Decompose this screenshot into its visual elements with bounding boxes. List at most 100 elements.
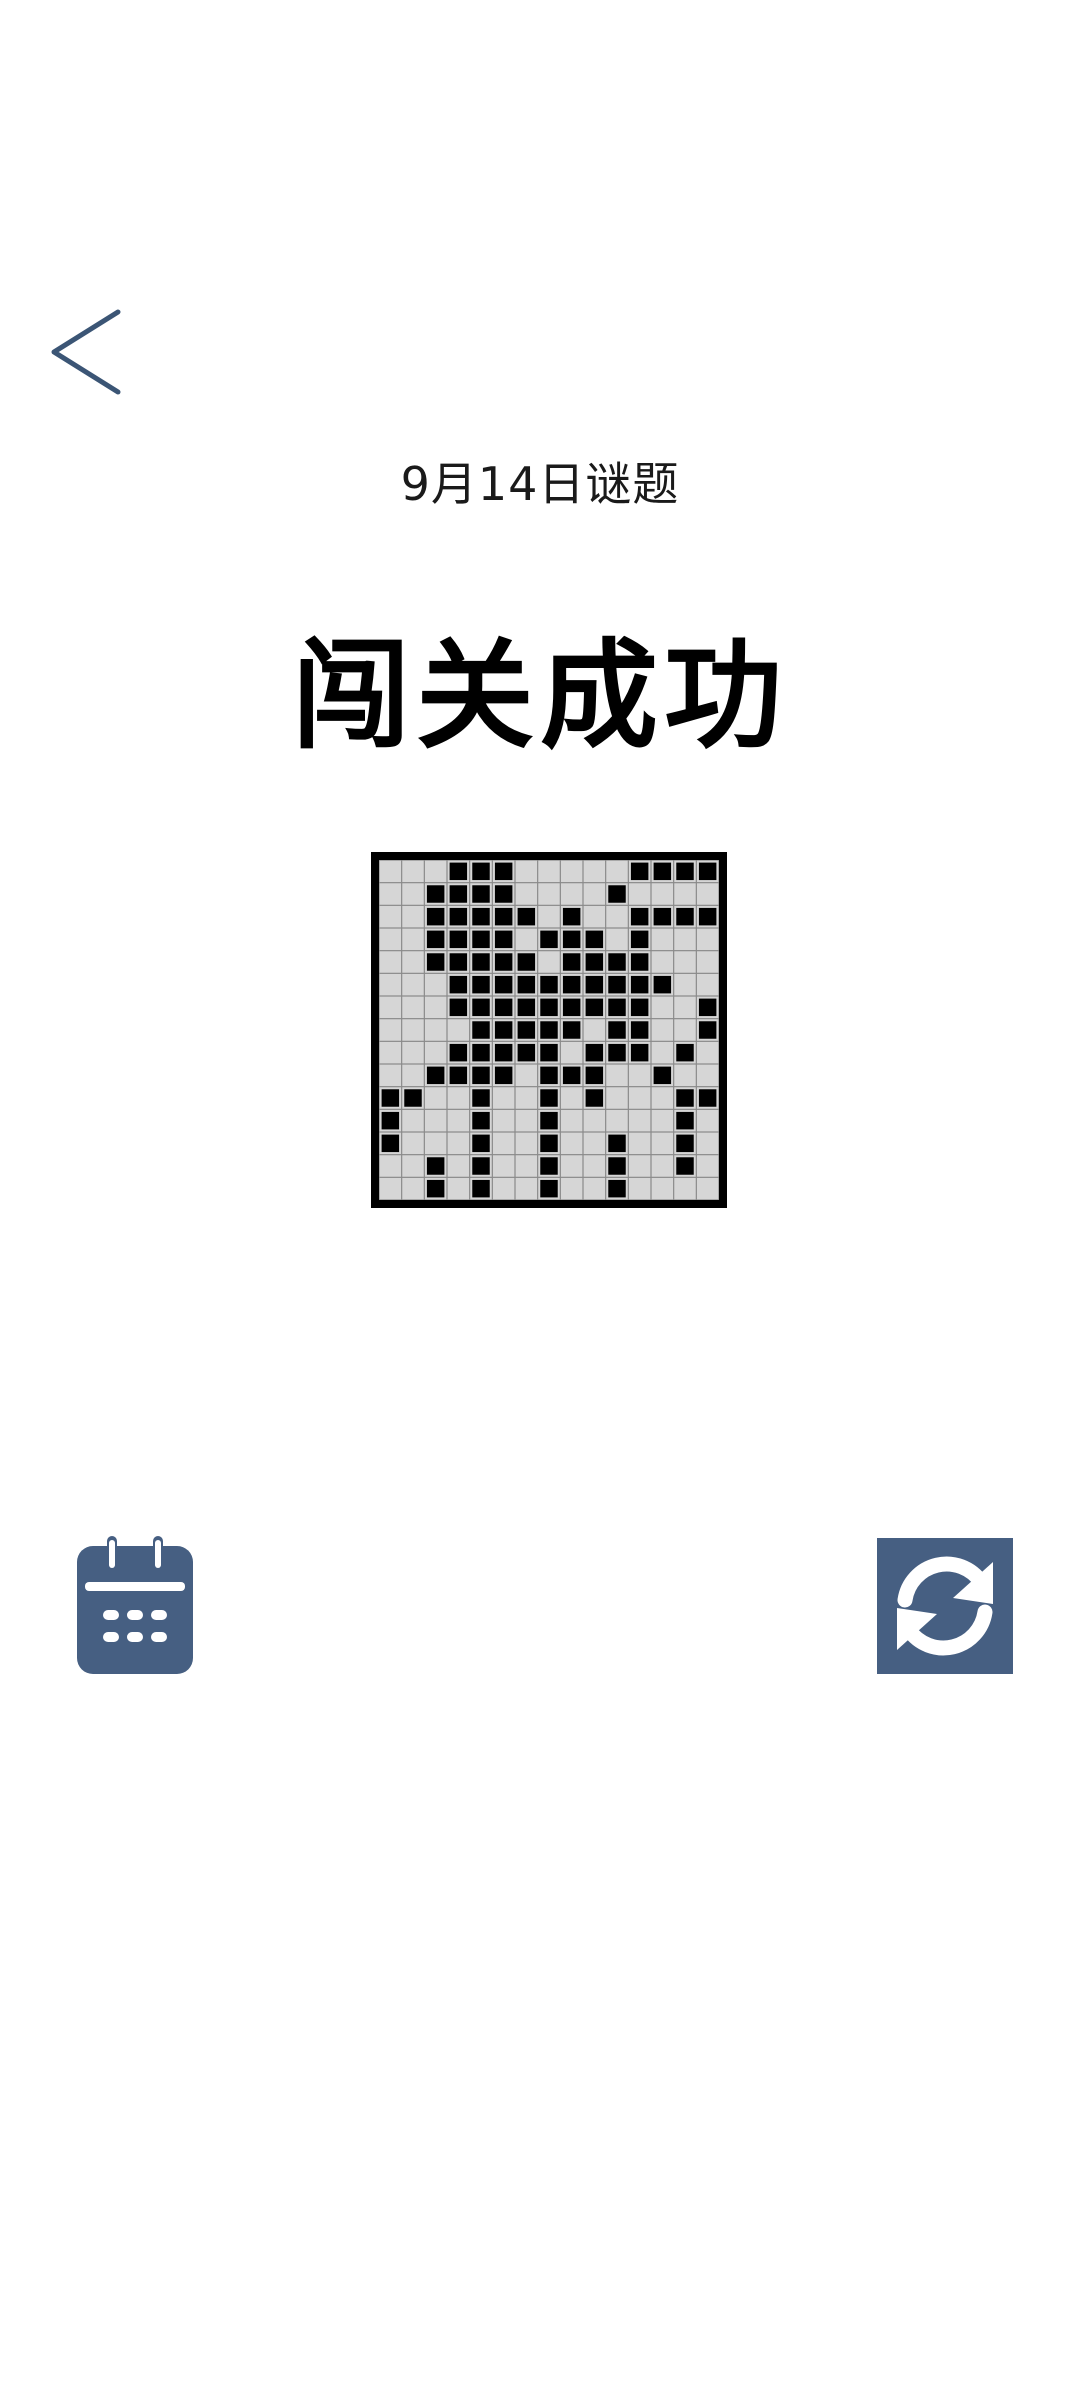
- game-result-screen: 9月14日谜题 闯关成功: [0, 0, 1080, 2401]
- grid-cell-empty: [515, 928, 538, 951]
- filled-square: [381, 1089, 400, 1107]
- filled-square: [472, 1089, 490, 1107]
- filled-square: [562, 930, 581, 949]
- filled-square: [472, 907, 490, 926]
- grid-cell-empty: [674, 996, 696, 1019]
- grid-cell-empty: [606, 1064, 628, 1087]
- filled-square: [494, 930, 513, 949]
- grid-cell-empty: [402, 951, 424, 973]
- grid-cell-empty: [674, 1064, 696, 1087]
- filled-square: [472, 930, 490, 949]
- filled-square: [449, 998, 468, 1017]
- grid-cell-empty: [492, 1109, 515, 1132]
- grid-cell-empty: [628, 1132, 651, 1155]
- grid-cell-empty: [447, 1177, 470, 1200]
- grid-cell-empty: [447, 1155, 470, 1177]
- grid-cell-empty: [492, 1177, 515, 1200]
- grid-cell-empty: [583, 883, 606, 905]
- filled-square: [540, 930, 558, 949]
- grid-cell-empty: [583, 1177, 606, 1200]
- grid-cell-empty: [560, 860, 583, 883]
- grid-cell-empty: [379, 928, 402, 951]
- filled-square: [426, 1066, 445, 1085]
- grid-cell-empty: [560, 1155, 583, 1177]
- filled-square: [540, 975, 558, 994]
- grid-cell-empty: [402, 860, 424, 883]
- grid-cell-empty: [651, 1177, 674, 1200]
- refresh-button[interactable]: [877, 1538, 1013, 1674]
- grid-cell-empty: [424, 1041, 447, 1064]
- grid-cell-empty: [402, 905, 424, 928]
- grid-cell-empty: [447, 1109, 470, 1132]
- grid-cell-empty: [628, 883, 651, 905]
- nonogram-solution: [379, 860, 719, 1200]
- filled-square: [608, 953, 626, 971]
- grid-cell-empty: [515, 1132, 538, 1155]
- grid-cell-empty: [424, 1087, 447, 1109]
- filled-square: [540, 1043, 558, 1062]
- filled-square: [562, 998, 581, 1017]
- filled-square: [540, 1179, 558, 1198]
- filled-square: [472, 1179, 490, 1198]
- grid-cell-empty: [606, 860, 628, 883]
- grid-cell-empty: [492, 1155, 515, 1177]
- filled-square: [494, 1066, 513, 1085]
- filled-square: [676, 1157, 694, 1175]
- grid-cell-empty: [651, 1155, 674, 1177]
- filled-square: [562, 907, 581, 926]
- filled-square: [630, 975, 649, 994]
- grid-cell-empty: [606, 905, 628, 928]
- grid-cell-empty: [379, 1155, 402, 1177]
- grid-cell-empty: [424, 1132, 447, 1155]
- filled-square: [540, 1089, 558, 1107]
- grid-cell-empty: [560, 1177, 583, 1200]
- grid-cell-empty: [402, 928, 424, 951]
- grid-cell-empty: [606, 928, 628, 951]
- calendar-button[interactable]: [77, 1536, 193, 1674]
- filled-square: [426, 1157, 445, 1175]
- grid-cell-empty: [696, 1177, 719, 1200]
- grid-cell-empty: [379, 973, 402, 996]
- filled-square: [698, 1021, 717, 1039]
- grid-cell-empty: [424, 1109, 447, 1132]
- grid-cell-empty: [674, 951, 696, 973]
- filled-square: [608, 998, 626, 1017]
- filled-square: [426, 930, 445, 949]
- filled-square: [494, 862, 513, 881]
- grid-cell-empty: [424, 973, 447, 996]
- filled-square: [449, 1043, 468, 1062]
- filled-square: [472, 998, 490, 1017]
- grid-cell-empty: [560, 1041, 583, 1064]
- filled-square: [472, 1134, 490, 1153]
- grid-cell-empty: [651, 883, 674, 905]
- filled-square: [472, 1043, 490, 1062]
- filled-square: [449, 862, 468, 881]
- filled-square: [608, 1043, 626, 1062]
- grid-cell-empty: [583, 1019, 606, 1041]
- filled-square: [698, 907, 717, 926]
- filled-square: [449, 885, 468, 903]
- filled-square: [698, 862, 717, 881]
- grid-cell-empty: [628, 1087, 651, 1109]
- grid-cell-empty: [651, 1041, 674, 1064]
- grid-cell-empty: [379, 1064, 402, 1087]
- filled-square: [381, 1134, 400, 1153]
- grid-cell-empty: [696, 1041, 719, 1064]
- filled-square: [562, 1066, 581, 1085]
- filled-square: [517, 998, 536, 1017]
- grid-cell-empty: [583, 1155, 606, 1177]
- filled-square: [585, 1043, 604, 1062]
- filled-square: [653, 1066, 672, 1085]
- filled-square: [540, 1021, 558, 1039]
- grid-cell-empty: [696, 1155, 719, 1177]
- grid-cell-empty: [515, 1087, 538, 1109]
- filled-square: [585, 975, 604, 994]
- filled-square: [585, 930, 604, 949]
- filled-square: [426, 907, 445, 926]
- grid-cell-empty: [538, 883, 560, 905]
- grid-cell-empty: [379, 883, 402, 905]
- back-button[interactable]: [40, 300, 130, 400]
- grid-cell-empty: [696, 1132, 719, 1155]
- filled-square: [494, 885, 513, 903]
- filled-square: [517, 975, 536, 994]
